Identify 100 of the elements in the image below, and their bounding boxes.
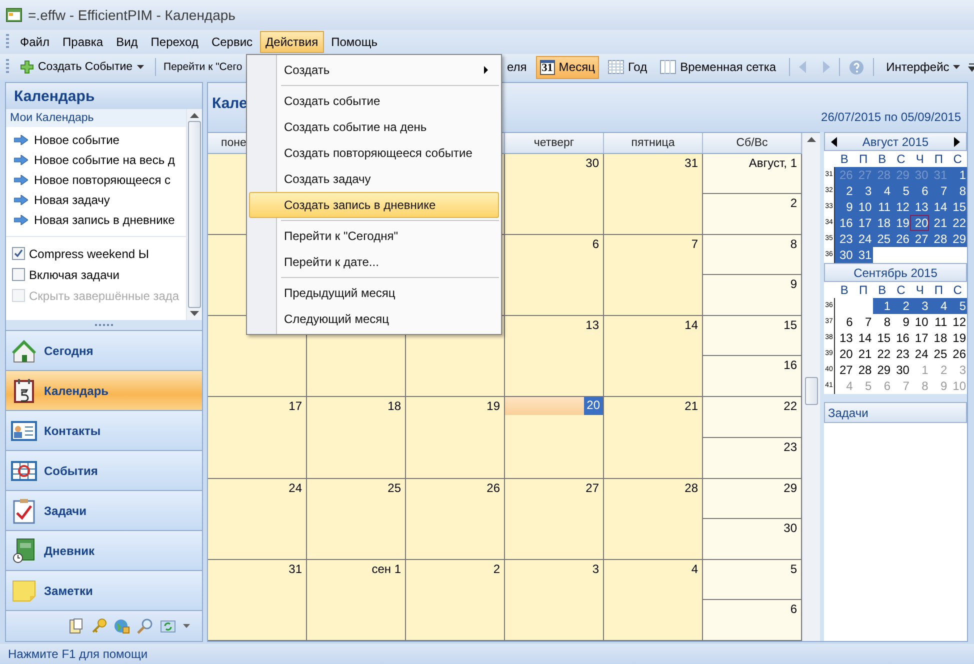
mini-day[interactable]: 12	[892, 199, 910, 215]
day-cell[interactable]: 6	[703, 600, 801, 640]
day-cell[interactable]: 21	[604, 397, 703, 478]
scrollbar[interactable]	[802, 133, 820, 641]
mini-day[interactable]: 3	[854, 183, 873, 199]
mini-day[interactable]: 11	[929, 314, 948, 330]
day-cell[interactable]: 4	[604, 560, 703, 640]
nav-button[interactable]: Календарь	[6, 371, 202, 411]
mini-day[interactable]: 18	[929, 330, 948, 346]
mini-day[interactable]: 15	[948, 199, 967, 215]
menu-item[interactable]: Вид	[110, 31, 144, 53]
mini-day[interactable]: 10	[910, 314, 930, 330]
nav-button[interactable]: События	[6, 451, 202, 491]
mini-day[interactable]: 20	[835, 346, 854, 362]
mini-day[interactable]: 10	[854, 199, 873, 215]
mini-day[interactable]: 19	[948, 330, 967, 346]
mini-day[interactable]: 29	[948, 231, 967, 247]
day-cell[interactable]: 6	[505, 235, 604, 316]
day-cell[interactable]: 31	[604, 154, 703, 234]
day-cell[interactable]: 13	[505, 316, 604, 396]
mini-day[interactable]: 2	[892, 298, 910, 314]
view-button[interactable]: еля	[503, 56, 531, 78]
nav-button[interactable]: Задачи	[6, 491, 202, 531]
action-link[interactable]: Новая задачу	[14, 190, 186, 210]
clipboard-icon[interactable]	[68, 618, 84, 634]
day-cell[interactable]: 2	[703, 194, 801, 234]
day-cell[interactable]: 22	[703, 397, 801, 438]
key-icon[interactable]	[91, 618, 107, 634]
day-cell[interactable]: 16	[703, 356, 801, 396]
mini-day[interactable]: 27	[910, 231, 930, 247]
menu-entry[interactable]: Предыдущий месяц	[249, 280, 499, 306]
checkbox[interactable]	[12, 247, 25, 260]
mini-day[interactable]: 24	[854, 231, 873, 247]
day-cell[interactable]: 2	[406, 560, 505, 640]
mini-day[interactable]: 30	[835, 247, 854, 263]
day-cell[interactable]: Август, 1	[703, 154, 801, 194]
scroll-thumb[interactable]	[805, 377, 818, 405]
scrollbar[interactable]	[186, 109, 202, 320]
day-cell[interactable]: 19	[406, 397, 505, 478]
prev-month-icon[interactable]	[831, 136, 837, 146]
mini-day[interactable]: 4	[929, 298, 948, 314]
mini-day[interactable]: 26	[948, 346, 967, 362]
mini-day[interactable]: 22	[872, 346, 892, 362]
globe-icon[interactable]	[114, 618, 130, 634]
day-cell[interactable]: 7	[604, 235, 703, 316]
menu-item[interactable]: Переход	[144, 31, 204, 53]
day-cell[interactable]: 9	[703, 275, 801, 316]
day-cell[interactable]: 30	[505, 154, 604, 234]
mini-day[interactable]: 26	[892, 231, 910, 247]
mini-day[interactable]: 18	[872, 215, 892, 231]
go-to-today-button[interactable]: Перейти к "Сего	[164, 58, 242, 76]
day-cell[interactable]: сен 1	[307, 560, 406, 640]
menu-item[interactable]: Файл	[14, 31, 56, 53]
sync-icon[interactable]	[160, 618, 176, 634]
nav-button[interactable]: Контакты	[6, 411, 202, 451]
mini-day[interactable]: 13	[910, 199, 930, 215]
mini-day[interactable]: 20	[910, 215, 930, 231]
mini-day[interactable]: 31	[854, 247, 873, 263]
mini-day[interactable]: 7	[854, 314, 873, 330]
day-cell[interactable]: 30	[703, 518, 801, 559]
scroll-down-icon[interactable]	[190, 311, 199, 316]
mini-day[interactable]: 12	[948, 314, 967, 330]
menu-entry[interactable]: Создать событие	[249, 88, 499, 114]
mini-day[interactable]: 6	[835, 314, 854, 330]
action-link[interactable]: Новое событие	[14, 130, 186, 150]
checkbox[interactable]	[12, 268, 25, 281]
day-cell[interactable]: 24	[208, 478, 307, 559]
menu-item[interactable]: Правка	[56, 31, 110, 53]
mini-day[interactable]: 2	[835, 183, 854, 199]
mini-day[interactable]: 21	[854, 346, 873, 362]
mini-day[interactable]: 8	[872, 314, 892, 330]
day-cell[interactable]: 14	[604, 316, 703, 396]
mini-day[interactable]: 3	[910, 298, 930, 314]
mini-day[interactable]: 22	[948, 215, 967, 231]
view-button[interactable]: Временная сетка	[656, 56, 780, 78]
mini-day[interactable]: 5	[892, 183, 910, 199]
search-icon[interactable]	[137, 618, 153, 634]
day-cell[interactable]: 5	[703, 560, 801, 600]
option-label[interactable]: Включая задачи	[29, 268, 120, 282]
next-month-icon[interactable]	[954, 136, 960, 146]
mini-day[interactable]: 5	[948, 298, 967, 314]
toolbar-overflow-icon[interactable]	[968, 62, 974, 72]
mini-day[interactable]: 9	[835, 199, 854, 215]
day-cell[interactable]: 25	[307, 478, 406, 559]
menu-entry[interactable]: Создать задачу	[249, 166, 499, 192]
day-cell[interactable]: 15	[703, 316, 801, 356]
mini-day[interactable]: 7	[929, 183, 948, 199]
action-link[interactable]: Новая запись в дневнике	[14, 210, 186, 230]
day-cell[interactable]: 20	[505, 397, 604, 478]
day-cell[interactable]: 29	[703, 478, 801, 519]
day-cell[interactable]: 31	[208, 560, 307, 640]
day-cell[interactable]: 8	[703, 235, 801, 276]
mini-day[interactable]: 15	[872, 330, 892, 346]
day-cell[interactable]: 17	[208, 397, 307, 478]
view-button[interactable]: 31 Месяц	[536, 56, 599, 78]
mini-day[interactable]: 28	[929, 231, 948, 247]
mini-day[interactable]: 1	[948, 167, 967, 183]
menu-item[interactable]: Действия	[260, 31, 324, 53]
mini-day[interactable]: 19	[892, 215, 910, 231]
day-cell[interactable]: 3	[505, 560, 604, 640]
